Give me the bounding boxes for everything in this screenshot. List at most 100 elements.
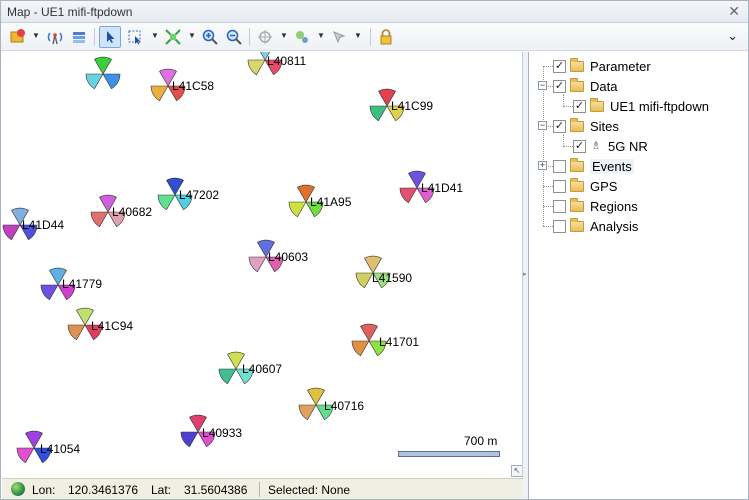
site-label: L40811 <box>267 54 307 68</box>
route-button[interactable] <box>291 26 313 48</box>
site-label: L41C58 <box>172 79 215 93</box>
tree-item-label: Analysis <box>590 218 639 234</box>
tree-checkbox[interactable]: ✓ <box>573 99 586 113</box>
close-icon[interactable]: ✕ <box>728 3 740 20</box>
tree-checkbox[interactable] <box>553 199 566 213</box>
tree-checkbox[interactable] <box>553 179 566 193</box>
zoom-in-icon <box>202 29 218 45</box>
window-title: Map - UE1 mifi-ftpdown <box>7 5 133 19</box>
tree-item-label: Regions <box>590 198 638 214</box>
folder-icon <box>570 117 584 132</box>
sector-wedge <box>288 201 307 218</box>
lon-value: 120.3461376 <box>68 483 139 497</box>
tree-expander-icon[interactable]: − <box>538 81 547 90</box>
tree-checkbox[interactable]: ✓ <box>553 119 566 133</box>
site-sectors-icon[interactable] <box>83 54 123 94</box>
layers-button[interactable] <box>68 26 90 48</box>
tree-item-analysis[interactable]: Analysis <box>553 217 638 235</box>
folder-icon <box>570 77 584 92</box>
tree-item-sites[interactable]: ✓ Sites <box>553 117 619 135</box>
site-label: L47202 <box>179 188 220 202</box>
tree-expander-icon[interactable]: + <box>538 161 547 170</box>
sector-wedge <box>351 340 370 357</box>
tree-item-5g-nr[interactable]: ✓ ♗ 5G NR <box>573 137 648 155</box>
add-layer-button[interactable] <box>7 26 29 48</box>
sector-wedge <box>67 324 86 341</box>
route-dropdown-icon[interactable]: ▼ <box>317 31 325 40</box>
toolbar-overflow-icon[interactable]: ⌄ <box>727 28 738 44</box>
tree-item-label: UE1 mifi-ftpdown <box>610 98 709 114</box>
signal-button[interactable] <box>44 26 66 48</box>
folder-icon <box>570 217 584 232</box>
full-extent-button[interactable] <box>162 26 184 48</box>
map-corner-icon[interactable]: ↖ <box>511 465 522 477</box>
folder-icon <box>570 57 584 72</box>
site-label: L41779 <box>62 277 103 291</box>
region-select-button[interactable] <box>124 26 146 48</box>
folder-icon <box>590 97 604 112</box>
sector-wedge <box>40 284 59 301</box>
tree-item-gps[interactable]: GPS <box>553 177 617 195</box>
select-pointer-button[interactable] <box>99 26 121 48</box>
tree-checkbox[interactable]: ✓ <box>573 139 586 153</box>
sector-wedge <box>298 404 317 421</box>
title-bar: Map - UE1 mifi-ftpdown ✕ <box>1 1 748 23</box>
tree-checkbox[interactable] <box>553 219 566 233</box>
lock-button[interactable] <box>375 26 397 48</box>
sector-wedge <box>157 194 176 211</box>
tree-item-label: Parameter <box>590 58 651 74</box>
site-label: L41A95 <box>310 195 352 209</box>
sector-wedge <box>85 73 104 90</box>
cell-tower-icon: ♗ <box>591 139 601 152</box>
full-extent-dropdown-icon[interactable]: ▼ <box>188 31 196 40</box>
tree-checkbox[interactable] <box>553 159 566 173</box>
locate-button[interactable] <box>254 26 276 48</box>
antenna-icon <box>47 32 63 45</box>
sector-wedge <box>360 323 378 342</box>
full-extent-icon <box>165 29 181 45</box>
region-select-dropdown-icon[interactable]: ▼ <box>151 31 159 40</box>
site-label: L40716 <box>324 399 365 413</box>
site-label: L41C94 <box>91 319 134 333</box>
sector-wedge <box>355 272 374 289</box>
sector-wedge <box>94 56 112 75</box>
sector-wedge <box>369 105 388 122</box>
tree-item-data[interactable]: ✓ Data <box>553 77 617 95</box>
tree-item-label: GPS <box>590 178 618 194</box>
status-bar: Lon: 120.3461376 Lat: 31.5604386 Selecte… <box>2 478 523 499</box>
selected-status: Selected: None <box>268 483 351 497</box>
tree-checkbox[interactable]: ✓ <box>553 59 566 73</box>
tree-item-ue1-mifi-ftpdown[interactable]: ✓ UE1 mifi-ftpdown <box>573 97 709 115</box>
zoom-in-button[interactable] <box>199 26 221 48</box>
zoom-out-button[interactable] <box>223 26 245 48</box>
tree-item-parameter[interactable]: ✓ Parameter <box>553 57 651 75</box>
crosshair-icon <box>258 30 272 44</box>
scale-label: 700 m <box>464 434 498 448</box>
folder-icon <box>570 197 584 212</box>
tree-item-label: Sites <box>590 118 619 134</box>
lon-label: Lon: <box>32 483 56 497</box>
tree-item-label: Data <box>590 78 618 94</box>
map-canvas[interactable]: 700 m ↖ L40811 L41C58 L41C99 L41D41 L47202 L4… <box>2 52 523 478</box>
region-select-icon <box>128 30 141 45</box>
tree-item-label: Events <box>590 158 634 174</box>
pointer-icon <box>107 31 115 43</box>
tree-item-events[interactable]: Events <box>553 157 634 175</box>
scale-bar <box>398 451 500 457</box>
tree-expander-icon[interactable]: − <box>538 121 547 130</box>
tree-checkbox[interactable]: ✓ <box>553 79 566 93</box>
route-icon <box>296 31 308 43</box>
lock-icon <box>380 29 392 45</box>
folder-icon <box>570 177 584 192</box>
sector-wedge <box>248 256 267 273</box>
measure-button[interactable] <box>328 26 350 48</box>
sector-wedge <box>399 187 418 204</box>
add-layer-dropdown-icon[interactable]: ▼ <box>32 31 40 40</box>
globe-icon <box>11 482 25 496</box>
tree-item-label: 5G NR <box>608 138 648 154</box>
sector-wedge <box>307 387 325 406</box>
tree-item-regions[interactable]: Regions <box>553 197 638 215</box>
measure-dropdown-icon[interactable]: ▼ <box>354 31 362 40</box>
locate-dropdown-icon[interactable]: ▼ <box>280 31 288 40</box>
layers-icon <box>73 32 85 43</box>
